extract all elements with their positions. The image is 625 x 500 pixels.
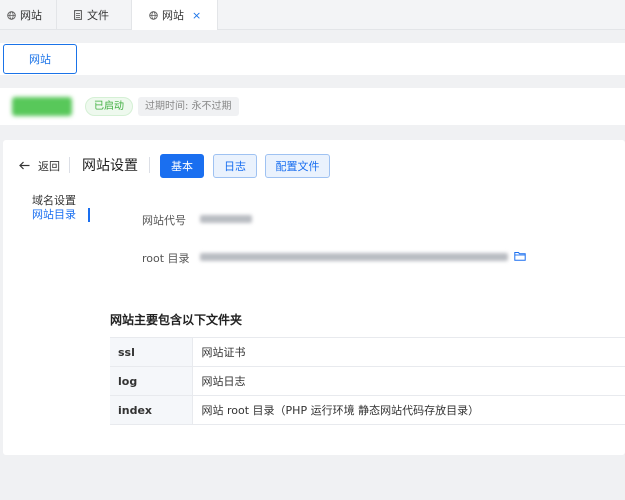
back-label: 返回 (38, 160, 60, 173)
folder-desc: 网站 root 目录（PHP 运行环境 静态网站代码存放目录） (191, 395, 625, 425)
side-nav: 域名设置 网站目录 (32, 194, 90, 222)
site-name-redacted (12, 97, 72, 116)
tab-label: 文件 (87, 9, 109, 22)
globe-icon (6, 10, 16, 20)
tab-log-button[interactable]: 日志 (213, 154, 257, 178)
globe-icon (148, 10, 158, 20)
divider (69, 157, 70, 173)
side-nav-domain[interactable]: 域名设置 (32, 194, 76, 208)
folders-table: ssl 网站证书 log 网站日志 index 网站 root 目录（PHP 运… (110, 337, 625, 425)
folders-section-title: 网站主要包含以下文件夹 (110, 313, 243, 327)
site-chip-row: 网站 (0, 43, 625, 75)
side-nav-directory[interactable]: 网站目录 (32, 208, 76, 222)
page-title: 网站设置 (82, 158, 138, 174)
tab-file[interactable]: 文件 (57, 0, 132, 30)
tab-config-button[interactable]: 配置文件 (265, 154, 330, 178)
arrow-left-icon (19, 159, 30, 174)
site-status-row: 已启动 过期时间: 永不过期 (0, 88, 625, 125)
folder-icon[interactable] (514, 250, 526, 261)
status-badge: 已启动 (85, 97, 133, 116)
settings-panel: 返回 网站设置 基本 日志 配置文件 域名设置 网站目录 网站代号 root 目… (3, 140, 625, 455)
tab-website-active[interactable]: 网站 × (132, 0, 219, 30)
folder-name: log (110, 366, 192, 396)
file-icon (73, 10, 83, 20)
tab-website-1[interactable]: 网站 (0, 0, 57, 30)
tab-basic-button[interactable]: 基本 (160, 154, 204, 178)
folder-desc: 网站证书 (191, 337, 625, 367)
tab-bar: 网站 文件 网站 × (0, 0, 625, 30)
folder-desc: 网站日志 (191, 366, 625, 396)
expiry-badge: 过期时间: 永不过期 (138, 97, 239, 116)
back-button[interactable]: 返回 (19, 158, 60, 174)
table-row: index 网站 root 目录（PHP 运行环境 静态网站代码存放目录） (110, 395, 625, 425)
tab-label: 网站 (162, 9, 184, 22)
table-row: log 网站日志 (110, 366, 625, 396)
active-indicator (88, 208, 90, 222)
root-dir-label: root 目录 (142, 252, 190, 265)
site-chip-button[interactable]: 网站 (3, 44, 77, 74)
tab-label: 网站 (20, 9, 42, 22)
folder-name: ssl (110, 337, 192, 367)
root-dir-value-redacted (200, 253, 508, 261)
table-row: ssl 网站证书 (110, 337, 625, 367)
close-icon[interactable]: × (192, 9, 201, 22)
divider (149, 157, 150, 173)
site-code-value-redacted (200, 215, 252, 223)
folder-name: index (110, 395, 192, 425)
site-code-label: 网站代号 (142, 214, 186, 227)
